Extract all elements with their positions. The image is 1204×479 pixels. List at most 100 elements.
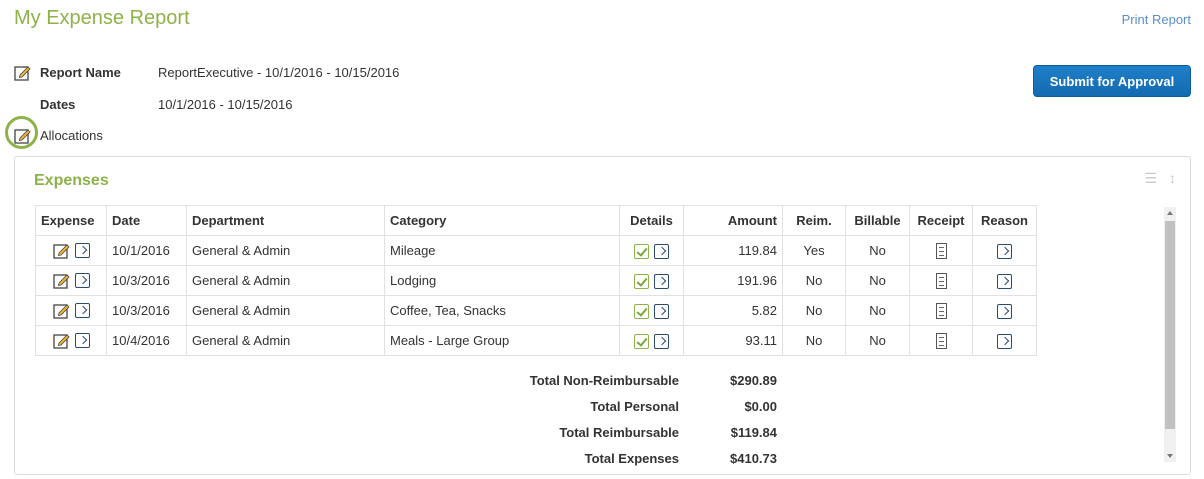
edit-report-name-icon[interactable]	[14, 64, 31, 81]
cell-details	[619, 295, 684, 326]
scroll-thumb[interactable]	[1165, 221, 1175, 429]
edit-expense-icon[interactable]	[52, 332, 70, 349]
cell-date: 10/4/2016	[106, 325, 187, 356]
cell-date: 10/3/2016	[106, 295, 187, 326]
reason-open-icon[interactable]	[997, 273, 1012, 289]
cell-reason	[972, 235, 1037, 266]
sort-arrows-icon[interactable]: ↕	[1169, 170, 1176, 187]
edit-expense-icon[interactable]	[52, 242, 70, 259]
open-expense-icon[interactable]	[74, 303, 90, 319]
list-icon[interactable]: ☰	[1144, 170, 1157, 187]
details-check-icon[interactable]	[634, 303, 649, 319]
cell-receipt	[909, 295, 973, 326]
receipt-icon[interactable]	[935, 332, 947, 349]
total-personal-row: Total Personal $0.00	[435, 393, 777, 419]
total-value: $290.89	[730, 372, 777, 388]
cell-reason	[972, 325, 1037, 356]
report-name-value: ReportExecutive - 10/1/2016 - 10/15/2016	[158, 64, 400, 80]
panel-tools: ☰ ↕	[1144, 170, 1176, 187]
cell-receipt	[909, 265, 973, 296]
total-reimbursable-row: Total Reimbursable $119.84	[435, 419, 777, 445]
cell-reason	[972, 265, 1037, 296]
cell-billable: No	[845, 265, 910, 296]
col-amount[interactable]: Amount	[683, 205, 783, 236]
cell-reim: No	[782, 265, 846, 296]
total-label: Total Personal	[590, 398, 679, 414]
col-department[interactable]: Department	[186, 205, 385, 236]
cell-category: Coffee, Tea, Snacks	[384, 295, 620, 326]
edit-expense-icon[interactable]	[52, 272, 70, 289]
details-open-icon[interactable]	[654, 333, 669, 349]
cell-department: General & Admin	[186, 325, 385, 356]
col-expense[interactable]: Expense	[35, 205, 107, 236]
expense-actions	[35, 325, 107, 356]
dates-value: 10/1/2016 - 10/15/2016	[158, 96, 293, 112]
cell-amount: 93.11	[683, 325, 783, 356]
details-open-icon[interactable]	[654, 243, 669, 259]
scroll-up-icon[interactable]	[1167, 211, 1173, 215]
col-category[interactable]: Category	[384, 205, 620, 236]
open-expense-icon[interactable]	[74, 273, 90, 289]
receipt-icon[interactable]	[935, 302, 947, 319]
table-row: 10/3/2016 General & Admin Coffee, Tea, S…	[35, 295, 1037, 326]
details-check-icon[interactable]	[634, 243, 649, 259]
table-header-row: Expense Date Department Category Details…	[35, 205, 1037, 236]
details-open-icon[interactable]	[654, 273, 669, 289]
details-check-icon[interactable]	[634, 273, 649, 289]
open-expense-icon[interactable]	[74, 243, 90, 259]
submit-for-approval-button[interactable]: Submit for Approval	[1033, 65, 1191, 97]
scroll-down-icon[interactable]	[1167, 454, 1173, 458]
total-label: Total Non-Reimbursable	[529, 372, 679, 388]
col-billable[interactable]: Billable	[845, 205, 910, 236]
receipt-icon[interactable]	[935, 272, 947, 289]
expense-actions	[35, 295, 107, 326]
col-reason[interactable]: Reason	[972, 205, 1037, 236]
edit-allocations-icon[interactable]	[14, 127, 31, 144]
cell-reason	[972, 295, 1037, 326]
panel-scrollbar[interactable]	[1164, 207, 1176, 462]
col-receipt[interactable]: Receipt	[909, 205, 973, 236]
reason-open-icon[interactable]	[997, 303, 1012, 319]
details-open-icon[interactable]	[654, 303, 669, 319]
cell-department: General & Admin	[186, 265, 385, 296]
dates-row: Dates 10/1/2016 - 10/15/2016	[14, 94, 292, 114]
print-report-link[interactable]: Print Report	[1122, 12, 1191, 27]
cell-reim: No	[782, 295, 846, 326]
cell-billable: No	[845, 295, 910, 326]
col-reim[interactable]: Reim.	[782, 205, 846, 236]
cell-date: 10/3/2016	[106, 265, 187, 296]
totals-summary: Total Non-Reimbursable $290.89 Total Per…	[435, 367, 777, 471]
cell-details	[619, 325, 684, 356]
cell-billable: No	[845, 325, 910, 356]
cell-receipt	[909, 325, 973, 356]
allocations-row: Allocations	[14, 125, 158, 145]
table-row: 10/1/2016 General & Admin Mileage 119.84…	[35, 235, 1037, 266]
reason-open-icon[interactable]	[997, 243, 1012, 259]
cell-amount: 119.84	[683, 235, 783, 266]
cell-reim: No	[782, 325, 846, 356]
cell-details	[619, 265, 684, 296]
total-value: $119.84	[730, 424, 777, 440]
dates-label: Dates	[40, 96, 76, 112]
col-date[interactable]: Date	[106, 205, 187, 236]
edit-expense-icon[interactable]	[52, 302, 70, 319]
expense-actions	[35, 235, 107, 266]
total-non-reimbursable-row: Total Non-Reimbursable $290.89	[435, 367, 777, 393]
expenses-panel: Expenses ☰ ↕ Expense Date Department Cat…	[14, 156, 1191, 475]
receipt-icon[interactable]	[935, 242, 947, 259]
reason-open-icon[interactable]	[997, 333, 1012, 349]
expenses-title: Expenses	[34, 172, 109, 189]
cell-date: 10/1/2016	[106, 235, 187, 266]
details-check-icon[interactable]	[634, 333, 649, 349]
open-expense-icon[interactable]	[74, 333, 90, 349]
cell-category: Meals - Large Group	[384, 325, 620, 356]
table-row: 10/3/2016 General & Admin Lodging 191.96…	[35, 265, 1037, 296]
cell-category: Lodging	[384, 265, 620, 296]
cell-category: Mileage	[384, 235, 620, 266]
col-details[interactable]: Details	[619, 205, 684, 236]
report-name-label: Report Name	[40, 64, 121, 80]
cell-department: General & Admin	[186, 235, 385, 266]
total-label: Total Reimbursable	[559, 424, 679, 440]
cell-details	[619, 235, 684, 266]
cell-amount: 191.96	[683, 265, 783, 296]
